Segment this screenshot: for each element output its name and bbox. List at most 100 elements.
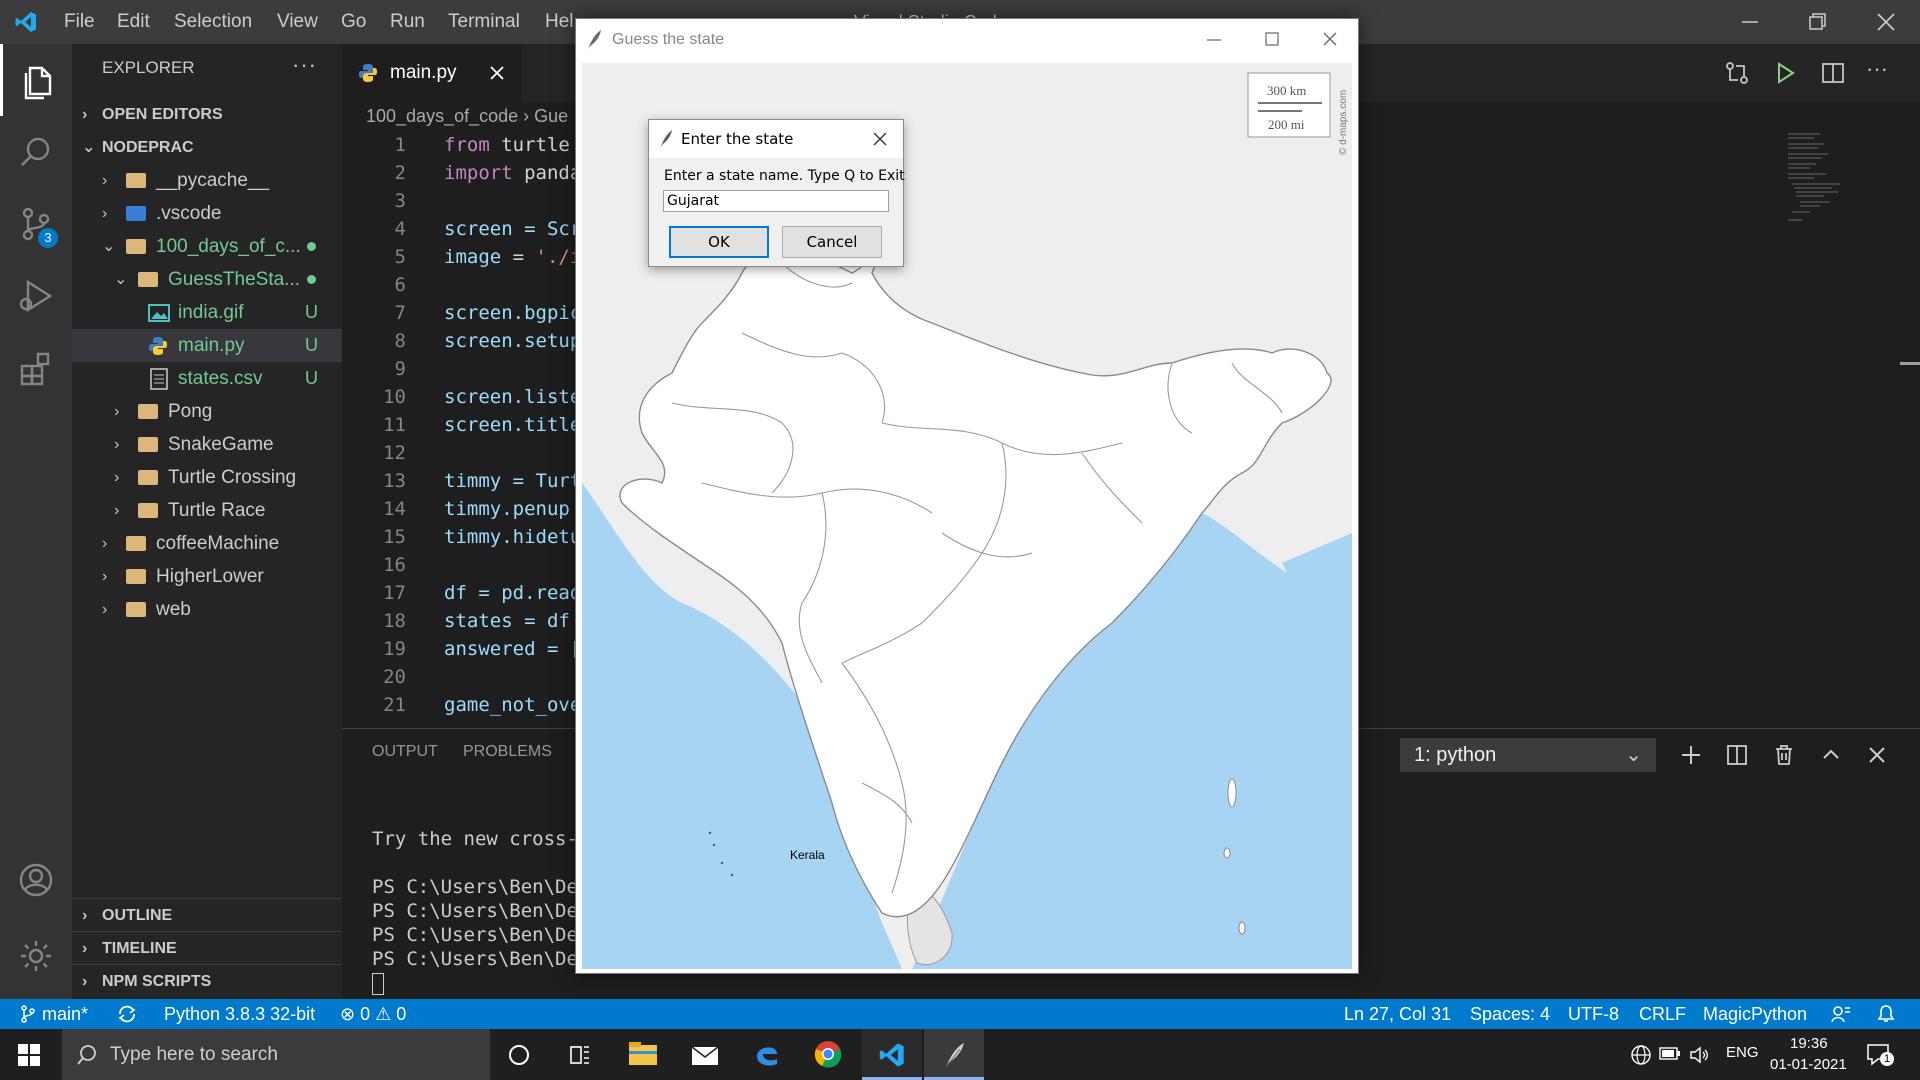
close-tab-icon[interactable] (490, 66, 504, 80)
split-editor-icon[interactable] (1820, 60, 1846, 86)
extensions-icon[interactable] (0, 332, 72, 404)
state-name-input[interactable]: Gujarat (663, 190, 889, 212)
minimize-icon[interactable] (1740, 14, 1760, 30)
split-terminal-icon[interactable] (1725, 743, 1749, 767)
tk-title-bar[interactable]: Guess the state (576, 19, 1358, 61)
taskbar-search[interactable]: Type here to search (62, 1029, 490, 1080)
explorer-sidebar: EXPLORER ··· › OPEN EDITORS ⌄ NODEPRAC ›… (72, 44, 342, 999)
code-editor[interactable]: 1 from turtle 2 import panda 3 4 screen … (342, 130, 580, 728)
dialog-title-bar[interactable]: Enter the state (649, 120, 903, 158)
run-debug-icon[interactable] (0, 260, 72, 332)
tree-item-guessthestate[interactable]: ⌄ GuessTheSta... (72, 263, 342, 296)
outline-section[interactable]: › OUTLINE (72, 898, 342, 931)
network-globe-icon[interactable] (1630, 1044, 1652, 1066)
restore-icon[interactable] (1808, 12, 1828, 32)
tree-item-india-gif[interactable]: india.gif U (72, 296, 342, 329)
close-icon[interactable] (1322, 31, 1338, 47)
clock-time[interactable]: 19:36 (1790, 1035, 1828, 1052)
modified-dot (307, 242, 316, 251)
line-number: 18 (383, 610, 406, 632)
tree-item-snakegame[interactable]: › SnakeGame (72, 428, 342, 461)
task-view-icon[interactable] (568, 1043, 592, 1067)
minimize-icon[interactable] (1206, 33, 1222, 47)
encoding[interactable]: UTF-8 (1568, 999, 1619, 1029)
feedback-icon[interactable] (1830, 1004, 1852, 1024)
tab-main-py[interactable]: main.py (342, 44, 522, 102)
tab-problems[interactable]: PROBLEMS (463, 743, 552, 761)
tree-item-turtle-race[interactable]: › Turtle Race (72, 494, 342, 527)
taskbar-python-tk[interactable] (924, 1029, 984, 1080)
menu-help[interactable]: Hel (545, 0, 574, 44)
tree-item-turtle-crossing[interactable]: › Turtle Crossing (72, 461, 342, 494)
cancel-button[interactable]: Cancel (782, 226, 882, 258)
run-python-file-icon[interactable] (1772, 60, 1798, 86)
line-ending[interactable]: CRLF (1639, 999, 1686, 1029)
compare-changes-icon[interactable] (1724, 60, 1750, 86)
kill-terminal-icon[interactable] (1772, 743, 1796, 767)
close-panel-icon[interactable] (1865, 743, 1889, 767)
tree-item-states-csv[interactable]: states.csv U (72, 362, 342, 395)
chrome-browser-icon[interactable] (814, 1040, 842, 1068)
explorer-title: EXPLORER (102, 58, 195, 77)
tree-item-pycache[interactable]: › __pycache__ (72, 164, 342, 197)
menu-edit[interactable]: Edit (117, 0, 150, 44)
cortana-icon[interactable] (507, 1043, 531, 1067)
git-branch[interactable]: main* (42, 999, 88, 1029)
tab-output[interactable]: OUTPUT (372, 743, 438, 761)
python-interpreter[interactable]: Python 3.8.3 32-bit (164, 999, 315, 1029)
ok-button[interactable]: OK (669, 226, 769, 258)
explorer-icon[interactable] (0, 44, 72, 116)
terminal-output[interactable]: Try the new cross-p PS C:\Users\Ben\Des PS… (372, 827, 589, 995)
sync-icon[interactable] (116, 1004, 138, 1024)
tree-item-pong[interactable]: › Pong (72, 395, 342, 428)
minimap[interactable] (1780, 130, 1880, 230)
menu-selection[interactable]: Selection (174, 0, 252, 44)
terminal-select[interactable]: 1: python ⌄ (1400, 738, 1656, 772)
file-explorer-icon[interactable] (628, 1041, 658, 1067)
timeline-section[interactable]: › TIMELINE (72, 931, 342, 964)
close-icon[interactable] (873, 132, 887, 146)
project-section[interactable]: ⌄ NODEPRAC (72, 131, 342, 164)
problems-summary[interactable]: ⊗ 0 ⚠ 0 (340, 999, 406, 1029)
close-icon[interactable] (1876, 12, 1896, 32)
tree-item-label: GuessTheSta... (168, 269, 301, 290)
new-terminal-icon[interactable] (1679, 743, 1703, 767)
settings-gear-icon[interactable] (0, 920, 72, 992)
maximize-panel-icon[interactable] (1819, 743, 1843, 767)
notifications-bell-icon[interactable] (1876, 1003, 1896, 1025)
menu-file[interactable]: File (64, 0, 95, 44)
explorer-more-button[interactable]: ··· (292, 52, 317, 78)
tree-item-higherlower[interactable]: › HigherLower (72, 560, 342, 593)
tree-item-100-days[interactable]: ⌄ 100_days_of_c... (72, 230, 342, 263)
taskbar-vscode[interactable] (862, 1029, 922, 1080)
edge-browser-icon[interactable] (753, 1040, 781, 1068)
tree-item-label: HigherLower (156, 566, 264, 587)
tree-item-coffeemachine[interactable]: › coffeeMachine (72, 527, 342, 560)
action-center-icon[interactable]: 1 (1866, 1042, 1894, 1071)
language-mode[interactable]: MagicPython (1703, 999, 1807, 1029)
tree-item-label: 100_days_of_c... (156, 236, 301, 257)
windows-start-icon[interactable] (18, 1044, 40, 1066)
cursor-position[interactable]: Ln 27, Col 31 (1344, 999, 1451, 1029)
tree-item-vscode[interactable]: › .vscode (72, 197, 342, 230)
maximize-icon[interactable] (1264, 31, 1280, 47)
menu-run[interactable]: Run (390, 0, 425, 44)
mail-icon[interactable] (690, 1041, 720, 1067)
more-actions-icon[interactable]: ··· (1866, 56, 1888, 82)
tree-item-main-py[interactable]: main.py U (72, 329, 342, 362)
clock-date[interactable]: 01-01-2021 (1770, 1056, 1847, 1073)
volume-icon[interactable] (1688, 1044, 1710, 1066)
menu-terminal[interactable]: Terminal (448, 0, 520, 44)
open-editors-section[interactable]: › OPEN EDITORS (72, 98, 342, 131)
indentation[interactable]: Spaces: 4 (1470, 999, 1550, 1029)
npm-scripts-section[interactable]: › NPM SCRIPTS (72, 964, 342, 997)
search-icon[interactable] (0, 116, 72, 188)
account-icon[interactable] (0, 844, 72, 916)
menu-view[interactable]: View (277, 0, 318, 44)
breadcrumb[interactable]: 100_days_of_code › Gue (366, 102, 568, 130)
tree-item-web[interactable]: › web (72, 593, 342, 626)
input-language[interactable]: ENG (1726, 1044, 1759, 1061)
menu-go[interactable]: Go (341, 0, 366, 44)
battery-icon[interactable] (1659, 1046, 1681, 1062)
source-control-icon[interactable]: 3 (0, 188, 72, 260)
